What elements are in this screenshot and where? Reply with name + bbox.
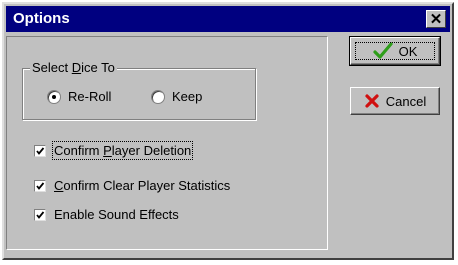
reroll-radio-label: Re-Roll (68, 89, 112, 104)
reroll-radio-circle[interactable] (47, 89, 61, 104)
checkbox-box[interactable] (34, 179, 46, 192)
confirm-clear-statistics-checkbox[interactable]: Confirm Clear Player Statistics (34, 178, 230, 193)
checkmark-icon (36, 146, 45, 155)
checkmark-icon (36, 181, 45, 190)
keep-radio-label: Keep (172, 89, 203, 104)
ok-button[interactable]: OK (349, 36, 441, 66)
close-icon: ✕ (429, 10, 443, 28)
keep-radio-circle[interactable] (151, 89, 165, 104)
checkmark-icon (36, 210, 45, 219)
enable-sound-effects-label: Enable Sound Effects (54, 207, 179, 222)
radio-selected-dot (52, 94, 56, 99)
cancel-button[interactable]: Cancel (350, 87, 440, 115)
select-dice-legend: Select Dice To (30, 60, 117, 75)
close-button[interactable]: ✕ (426, 10, 446, 28)
dialog-title: Options (13, 10, 70, 27)
enable-sound-effects-checkbox[interactable]: Enable Sound Effects (34, 207, 179, 222)
reroll-radio[interactable]: Re-Roll (47, 89, 111, 104)
keep-radio[interactable]: Keep (151, 89, 202, 104)
focus-rectangle (355, 42, 435, 60)
x-icon (365, 94, 379, 108)
confirm-player-deletion-checkbox[interactable]: Confirm Player Deletion (34, 141, 194, 160)
checkbox-box[interactable] (34, 144, 46, 157)
checkbox-box[interactable] (34, 208, 46, 221)
cancel-button-label: Cancel (385, 93, 427, 109)
confirm-player-deletion-label: Confirm Player Deletion (51, 141, 194, 160)
title-bar[interactable]: Options ✕ (6, 6, 450, 32)
confirm-clear-statistics-label: Confirm Clear Player Statistics (54, 178, 231, 193)
